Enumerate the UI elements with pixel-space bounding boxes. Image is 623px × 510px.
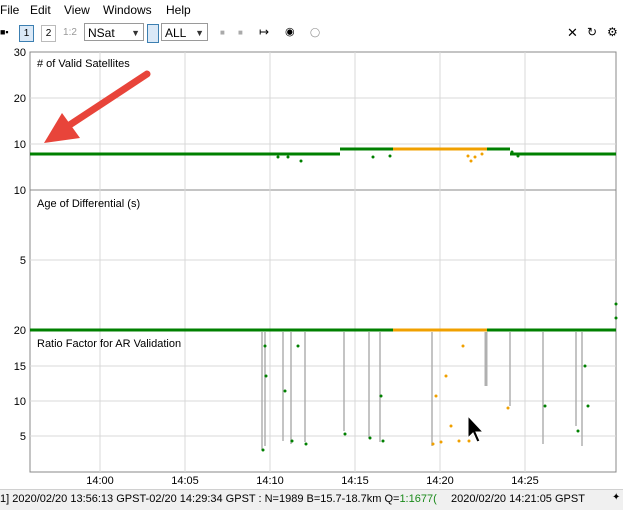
x-tick-label: 14:15 [341,475,369,487]
ratio-point [434,394,438,398]
nsat-point [371,155,375,159]
panel-title-nsat: # of Valid Satellites [37,58,130,70]
nsat-point [480,152,484,156]
menu-file[interactable]: File [0,3,19,17]
x-tick-label: 14:25 [511,475,539,487]
plot-type-select[interactable]: NSat ▼ [84,23,144,41]
chevron-down-icon: ▼ [131,28,140,38]
y-tick-label: 20 [14,325,26,337]
grip-icon: ■▪ [0,27,9,37]
resize-grip-icon[interactable]: ✦ [612,492,620,503]
refresh-icon[interactable]: ↻ [587,25,597,40]
ratio-point [264,374,268,378]
nsat-point [388,154,392,158]
y-tick-label: 15 [14,361,26,373]
x-tick-label: 14:00 [86,475,114,487]
nsat-point [516,154,520,158]
ratio-point [457,439,461,443]
nsat-point [286,155,290,159]
frame2-button[interactable]: 2 [41,25,56,42]
nsat-point [276,155,280,159]
y-tick-label: 10 [14,185,26,197]
nsat-point [510,150,514,154]
menu-help[interactable]: Help [166,3,191,17]
ratio-point [304,442,308,446]
ratio-point [296,344,300,348]
satellite-value: ALL [165,26,187,40]
status-range-text: 1] 2020/02/20 13:56:13 GPST-02/20 14:29:… [0,493,437,505]
x-tick-label: 14:20 [426,475,454,487]
ratio-point [263,344,267,348]
x-tick-label: 14:10 [256,475,284,487]
options-icon[interactable]: ⚙ [607,25,618,40]
panel-title-age: Age of Differential (s) [37,198,140,210]
ratio-point [576,429,580,433]
x-tick-label: 14:05 [171,475,199,487]
y-tick-label: 5 [20,431,26,443]
ratio-point [381,439,385,443]
ratio-point [449,424,453,428]
menu-edit[interactable]: Edit [30,3,51,17]
ratio-point [261,448,265,452]
y-tick-label: 10 [14,139,26,151]
nsat-point [466,154,470,158]
y-tick-label: 30 [14,47,26,59]
ratio-point [431,442,435,446]
plot-type-value: NSat [88,26,115,40]
ratio-point [467,439,471,443]
point-icon[interactable]: ◯ [310,25,320,40]
chevron-down-icon: ▼ [195,28,204,38]
fit-range-icon[interactable]: ↦ [259,25,269,40]
frame1-button[interactable]: 1 [19,25,34,42]
ratio-point [586,404,590,408]
nsat-point [473,155,477,159]
ratio-point [444,374,448,378]
ratio-point [368,436,372,440]
ratio-point [583,364,587,368]
ratio-point [543,404,547,408]
menu-view[interactable]: View [64,3,90,17]
satellite-select[interactable]: ALL ▼ [161,23,208,41]
status-bar: 1] 2020/02/20 13:56:13 GPST-02/20 14:29:… [0,489,623,510]
status-range-prefix: 1] 2020/02/20 13:56:13 GPST-02/20 14:29:… [0,493,400,505]
dot-icon[interactable]: ■ [220,25,225,40]
y-tick-label: 20 [14,93,26,105]
panel-title-ratio: Ratio Factor for AR Validation [37,338,181,350]
frame12-button[interactable]: 1:2 [63,25,77,40]
status-cursor-time: 2020/02/20 14:21:05 GPST [451,493,585,505]
ratio-point [343,432,347,436]
ratio-point [290,439,294,443]
menu-windows[interactable]: Windows [103,3,152,17]
ratio-point [283,389,287,393]
ratio-point [614,316,618,320]
y-tick-label: 5 [20,255,26,267]
plot-area[interactable]: # of Valid Satellites Age of Differentia… [0,46,623,489]
ratio-point [506,406,510,410]
status-quality-count: 1:1677( [399,493,437,505]
toolbar: ■▪ 1 2 1:2 NSat ▼ ALL ▼ ■ ■ ↦ ◉ ◯ ✕ ↻ ⚙ [0,20,623,47]
ratio-point [379,394,383,398]
close-icon[interactable]: ✕ [567,25,578,40]
nsat-point [299,159,303,163]
menu-bar: File Edit View Windows Help [0,0,623,20]
ratio-point [614,302,618,306]
nsat-point [469,159,473,163]
dot-icon[interactable]: ■ [238,25,243,40]
ratio-point [461,344,465,348]
quality-toggle-icon[interactable] [147,24,159,43]
center-icon[interactable]: ◉ [285,25,295,40]
y-tick-label: 10 [14,396,26,408]
ratio-point [439,440,443,444]
